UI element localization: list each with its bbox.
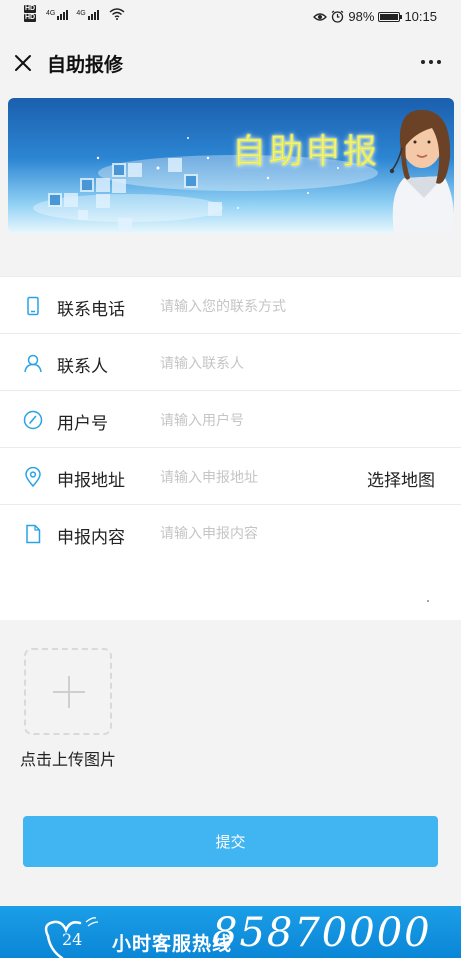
signal-icon-2: 4G — [76, 10, 99, 20]
contact-input[interactable] — [160, 350, 350, 376]
banner-title: 自助申报 — [232, 132, 380, 173]
form-row-phone: 联系电话 — [0, 277, 461, 334]
address-input[interactable] — [160, 464, 340, 490]
clock: 10:15 — [404, 9, 437, 24]
status-left: HD HD 4G 4G — [24, 5, 125, 22]
eye-icon — [313, 12, 328, 21]
hotline-number: 85870000 — [212, 910, 432, 956]
textarea-resize-dot — [427, 600, 429, 602]
upload-image-button[interactable] — [24, 648, 112, 735]
wifi-icon — [109, 8, 125, 20]
battery-fill — [380, 13, 399, 20]
content-textarea[interactable] — [160, 523, 430, 603]
page-title: 自助报修 — [47, 55, 124, 76]
phone-label: 联系电话 — [57, 300, 125, 319]
form-row-contact: 联系人 — [0, 334, 461, 391]
phone-icon — [27, 296, 39, 316]
contact-label: 联系人 — [57, 357, 108, 376]
compass-icon — [23, 410, 43, 430]
status-right: 98% 10:15 — [313, 9, 437, 24]
hd-label-1: HD — [24, 5, 37, 13]
select-map-button[interactable]: 选择地图 — [367, 466, 435, 491]
more-icon[interactable] — [421, 60, 441, 64]
form-row-account: 用户号 — [0, 391, 461, 448]
network-type-2: 4G — [76, 10, 86, 17]
hotline-hours: 24 — [62, 930, 83, 949]
support-agent-image — [389, 109, 454, 233]
upload-label: 点击上传图片 — [20, 752, 117, 769]
battery-percent: 98% — [348, 9, 375, 24]
hd-indicator: HD HD — [24, 5, 37, 22]
title-bar: 自助报修 — [0, 34, 461, 92]
hotline-banner[interactable]: 24 小时客服热线 85870000 — [0, 906, 461, 958]
person-icon — [24, 354, 42, 373]
submit-button[interactable]: 提交 — [23, 816, 438, 867]
location-pin-icon — [25, 467, 41, 487]
account-input[interactable] — [160, 407, 350, 433]
address-label: 申报地址 — [57, 471, 125, 490]
document-icon — [26, 524, 41, 544]
close-icon[interactable] — [12, 52, 34, 74]
hd-label-2: HD — [24, 14, 37, 22]
phone-input[interactable] — [160, 293, 350, 319]
content-label: 申报内容 — [57, 528, 125, 547]
battery-icon — [378, 11, 403, 22]
status-bar: HD HD 4G 4G 98% 10:15 — [0, 0, 461, 34]
alarm-icon — [332, 10, 344, 23]
report-form: 联系电话 联系人 用户号 申报地址 选择地图 申报内容 — [0, 276, 461, 620]
network-type-1: 4G — [46, 10, 56, 17]
banner: 自助申报 — [8, 98, 454, 233]
form-row-address: 申报地址 选择地图 — [0, 448, 461, 505]
account-label: 用户号 — [57, 414, 108, 433]
signal-icon: 4G — [46, 10, 69, 20]
